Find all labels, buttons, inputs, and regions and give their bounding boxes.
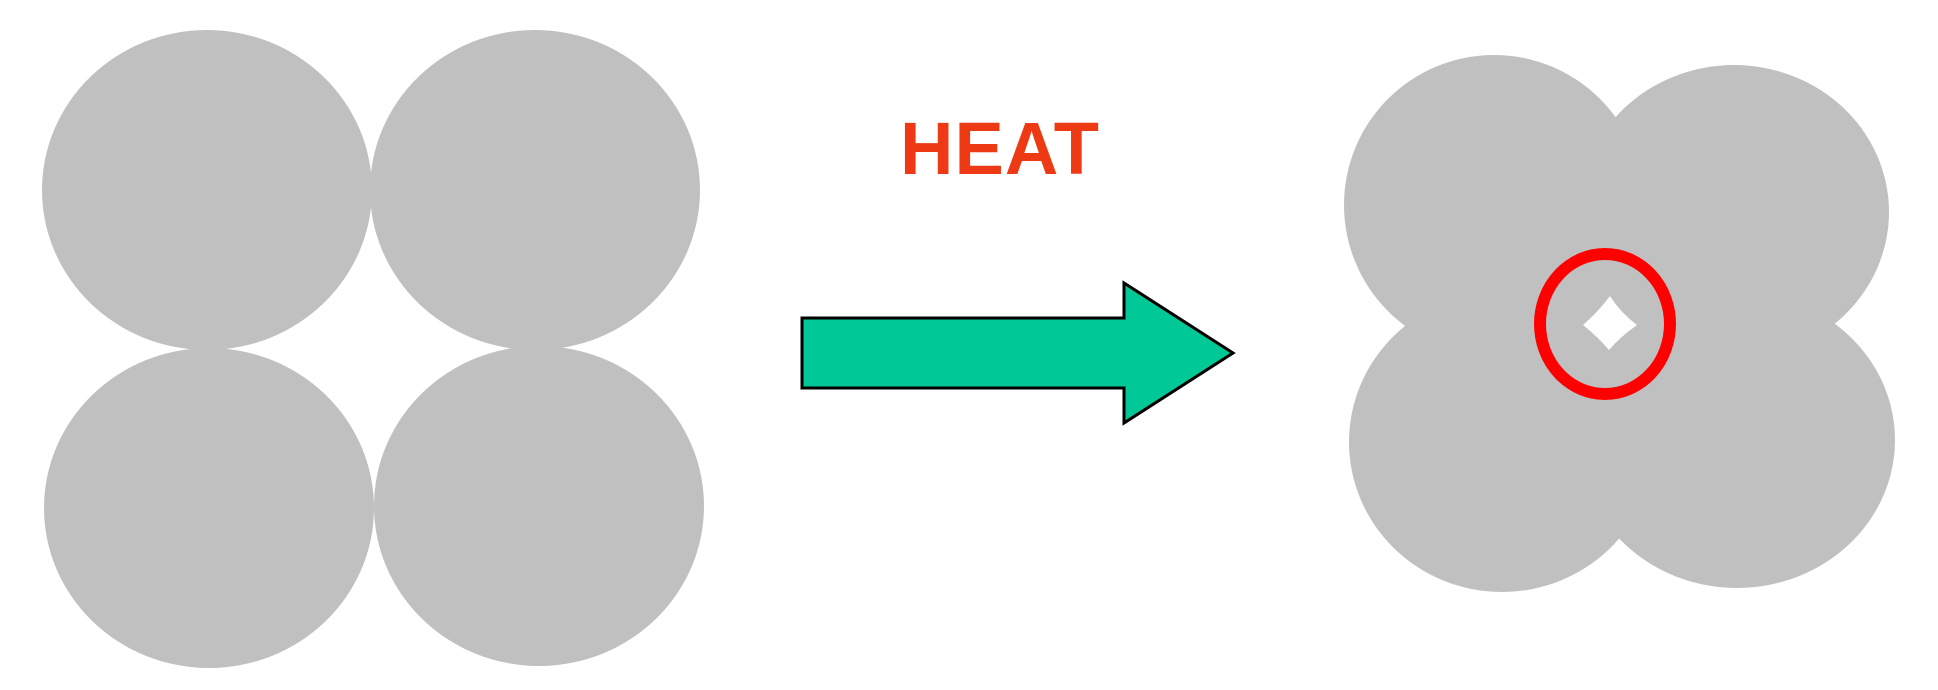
heat-label: HEAT [900, 107, 1100, 190]
particles-before [42, 30, 704, 668]
particle-top-right [370, 30, 700, 350]
process-arrow [800, 280, 1236, 426]
particle-bottom-left [44, 348, 374, 668]
sintering-diagram [42, 30, 1895, 668]
particle-bottom-right [374, 346, 704, 666]
particle-top-left [42, 30, 372, 350]
